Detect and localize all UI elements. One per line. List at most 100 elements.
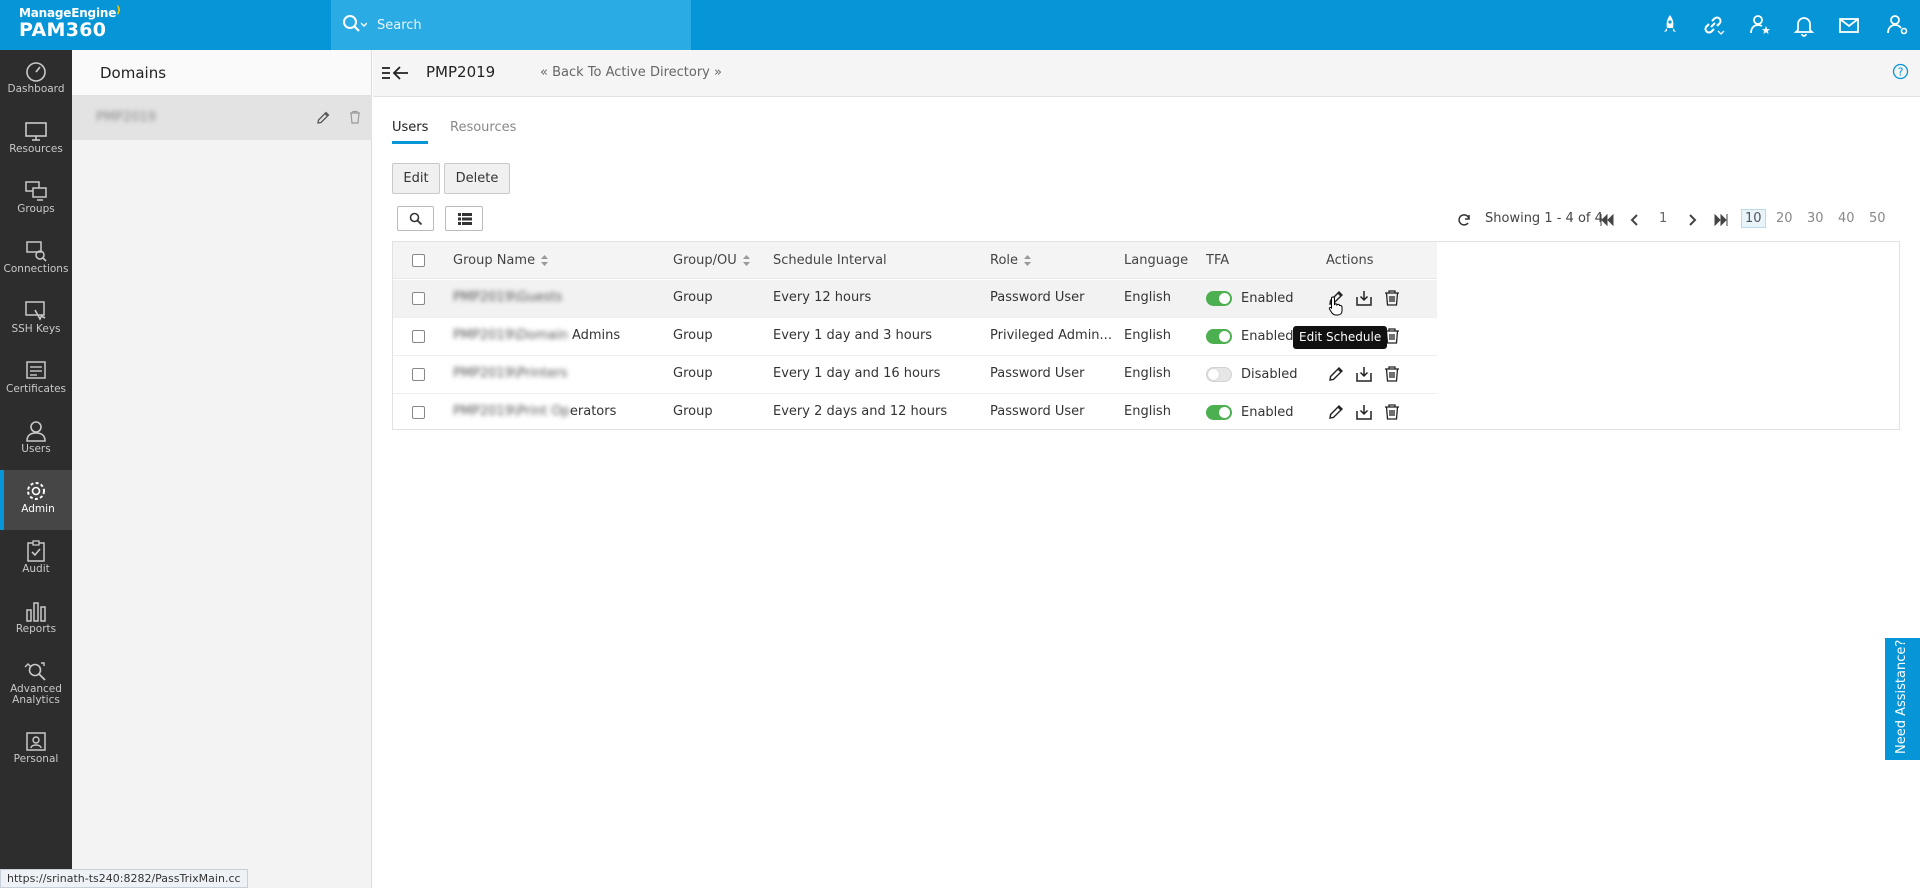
refresh-icon[interactable] xyxy=(1457,213,1471,227)
previous-page-icon[interactable] xyxy=(1629,214,1639,226)
row-checkbox[interactable] xyxy=(412,330,425,343)
role-cell: Password User xyxy=(990,404,1085,419)
sort-icon[interactable] xyxy=(541,255,549,266)
nav-label: Users xyxy=(21,443,51,455)
ssh-keys-icon xyxy=(25,301,46,321)
nav-item-dashboard[interactable]: Dashboard xyxy=(0,50,72,110)
edit-schedule-icon[interactable] xyxy=(1327,403,1345,421)
edit-schedule-icon[interactable] xyxy=(1327,365,1345,383)
clipboard-icon xyxy=(27,540,45,562)
nav-item-ssh-keys[interactable]: SSH Keys xyxy=(0,290,72,350)
search-toggle-button[interactable] xyxy=(397,206,434,231)
nav-item-advanced-analytics[interactable]: Advanced Analytics xyxy=(0,650,72,720)
menu-back-icon[interactable] xyxy=(382,65,412,81)
nav-item-certificates[interactable]: Certificates xyxy=(0,350,72,410)
nav-item-resources[interactable]: Resources xyxy=(0,110,72,170)
page-size-20[interactable]: 20 xyxy=(1776,211,1793,226)
edit-icon[interactable] xyxy=(315,110,331,126)
import-icon[interactable] xyxy=(1355,403,1373,421)
select-all-checkbox[interactable] xyxy=(412,254,425,267)
page-size-50[interactable]: 50 xyxy=(1869,211,1886,226)
need-assistance-label: Need Assistance? xyxy=(1894,639,1909,754)
back-to-active-directory-link[interactable]: « Back To Active Directory » xyxy=(540,65,722,80)
first-page-icon[interactable] xyxy=(1600,214,1614,226)
sort-icon[interactable] xyxy=(1024,255,1032,266)
language-cell: English xyxy=(1124,366,1171,381)
trash-icon[interactable] xyxy=(347,109,363,125)
paging-summary: Showing 1 - 4 of 4 xyxy=(1485,211,1603,226)
column-header-actions: Actions xyxy=(1326,253,1374,268)
trash-icon[interactable] xyxy=(1383,365,1401,383)
table-header: Group Name Group/OU Schedule Interval Ro… xyxy=(393,242,1437,279)
nav-label: SSH Keys xyxy=(11,323,61,335)
search-icon[interactable] xyxy=(341,13,367,37)
certificate-icon xyxy=(26,361,46,379)
group-ou-cell: Group xyxy=(673,290,713,305)
tfa-toggle[interactable] xyxy=(1206,329,1232,344)
domains-title: Domains xyxy=(72,50,371,96)
help-icon[interactable]: ? xyxy=(1892,63,1909,80)
search-input[interactable] xyxy=(377,15,677,35)
page-size-30[interactable]: 30 xyxy=(1807,211,1824,226)
table-row[interactable]: PMP2019\Printers Group Every 1 day and 1… xyxy=(393,356,1437,394)
nav-item-groups[interactable]: Groups xyxy=(0,170,72,230)
last-page-icon[interactable] xyxy=(1714,214,1728,226)
column-header-group-ou[interactable]: Group/OU xyxy=(673,253,750,268)
column-header-group-name[interactable]: Group Name xyxy=(453,253,549,268)
tfa-status: Enabled xyxy=(1241,291,1294,306)
nav-item-reports[interactable]: Reports xyxy=(0,590,72,650)
bell-icon[interactable] xyxy=(1792,13,1816,37)
trash-icon[interactable] xyxy=(1383,289,1401,307)
role-cell: Password User xyxy=(990,290,1085,305)
nav-item-admin[interactable]: Admin xyxy=(0,470,72,530)
top-bar: ManageEngine) PAM360 xyxy=(0,0,1920,50)
table-row[interactable]: PMP2019\Guests Group Every 12 hours Pass… xyxy=(393,280,1437,318)
domain-list-item[interactable]: PMP2019 xyxy=(72,96,372,140)
row-checkbox[interactable] xyxy=(412,368,425,381)
rocket-icon[interactable] xyxy=(1658,13,1682,37)
next-page-icon[interactable] xyxy=(1688,214,1698,226)
column-chooser-button[interactable] xyxy=(445,206,483,231)
tfa-toggle[interactable] xyxy=(1206,367,1232,382)
schedule-interval-cell: Every 1 day and 3 hours xyxy=(773,328,933,343)
bar-chart-icon xyxy=(26,602,46,622)
user-settings-icon[interactable] xyxy=(1885,13,1909,37)
search-icon xyxy=(409,212,423,226)
nav-item-users[interactable]: Users xyxy=(0,410,72,470)
column-header-role[interactable]: Role xyxy=(990,253,1032,268)
nav-label: Advanced Analytics xyxy=(10,683,62,706)
row-checkbox[interactable] xyxy=(412,406,425,419)
table-row[interactable]: PMP2019\Print Operators Group Every 2 da… xyxy=(393,394,1437,432)
link-icon[interactable] xyxy=(1701,13,1725,37)
delete-button[interactable]: Delete xyxy=(444,163,510,194)
brand-logo[interactable]: ManageEngine) PAM360 xyxy=(19,5,121,40)
nav-item-connections[interactable]: Connections xyxy=(0,230,72,290)
nav-item-personal[interactable]: Personal xyxy=(0,720,72,780)
tfa-status: Enabled xyxy=(1241,329,1294,344)
group-ou-cell: Group xyxy=(673,366,713,381)
hand-cursor-icon xyxy=(1328,296,1343,316)
sort-icon[interactable] xyxy=(742,255,750,266)
tfa-toggle[interactable] xyxy=(1206,291,1232,306)
table-row[interactable]: PMP2019\Domain Admins Group Every 1 day … xyxy=(393,318,1437,356)
search-bar[interactable] xyxy=(331,0,691,50)
user-star-icon[interactable] xyxy=(1748,13,1772,37)
group-ou-cell: Group xyxy=(673,328,713,343)
page-size-10[interactable]: 10 xyxy=(1741,209,1766,228)
page-size-40[interactable]: 40 xyxy=(1838,211,1855,226)
import-icon[interactable] xyxy=(1355,289,1373,307)
import-icon[interactable] xyxy=(1355,365,1373,383)
role-cell: Privileged Admin... xyxy=(990,328,1112,343)
tfa-toggle[interactable] xyxy=(1206,405,1232,420)
need-assistance-button[interactable]: Need Assistance? xyxy=(1885,638,1920,760)
tab-users[interactable]: Users xyxy=(392,120,429,144)
groups-icon xyxy=(25,181,47,201)
trash-icon[interactable] xyxy=(1383,403,1401,421)
domains-panel: Domains PMP2019 xyxy=(72,50,372,888)
mail-icon[interactable] xyxy=(1837,13,1861,37)
edit-button[interactable]: Edit xyxy=(392,163,440,194)
tab-resources[interactable]: Resources xyxy=(450,120,516,135)
nav-item-audit[interactable]: Audit xyxy=(0,530,72,590)
column-header-tfa: TFA xyxy=(1206,253,1230,268)
row-checkbox[interactable] xyxy=(412,292,425,305)
